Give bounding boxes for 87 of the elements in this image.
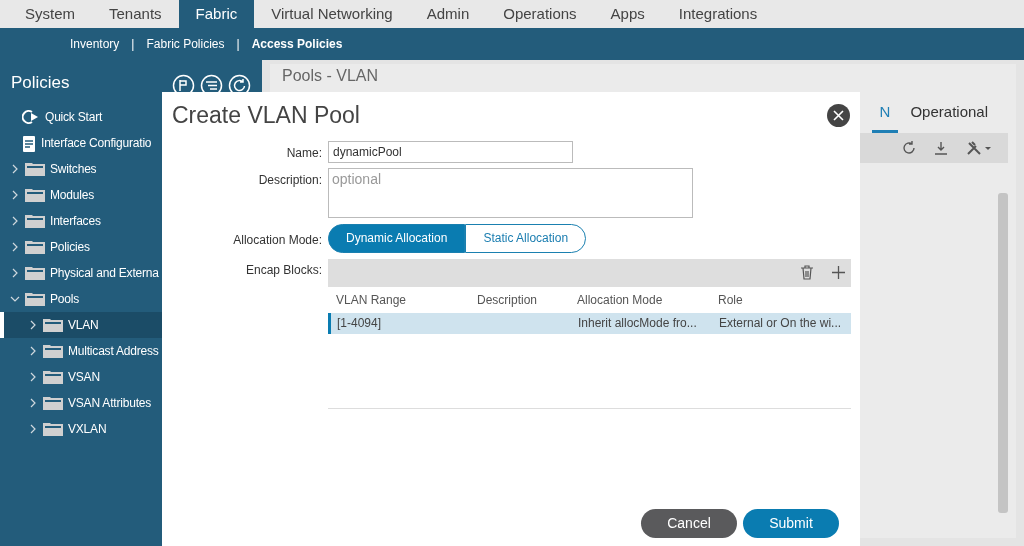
tree-item[interactable]: Pools <box>0 286 262 312</box>
segment-button[interactable]: Static Allocation <box>465 223 587 253</box>
chevron-right-icon[interactable] <box>10 268 20 278</box>
tools-icon[interactable] <box>966 139 992 156</box>
submit-button[interactable]: Submit <box>743 509 839 538</box>
separator: | <box>235 36 241 53</box>
table-cell-text: External or On the wi... <box>718 315 843 332</box>
top-nav-tab[interactable]: Operations <box>486 0 594 28</box>
column-header[interactable]: Role <box>710 290 851 309</box>
sub-nav-link[interactable]: Inventory <box>70 35 120 53</box>
folder-icon <box>43 318 63 332</box>
field-label: Encap Blocks: <box>244 261 322 279</box>
tree-item-label: Modules <box>50 187 94 204</box>
chevron-right-icon[interactable] <box>10 190 20 200</box>
folder-icon <box>25 292 45 306</box>
column-header[interactable]: Description <box>469 290 569 309</box>
field-label: Allocation Mode: <box>232 231 322 249</box>
tree-item-label: Quick Start <box>45 109 103 126</box>
top-nav-tab[interactable]: System <box>8 0 92 28</box>
column-header[interactable]: Allocation Mode <box>569 290 710 309</box>
chevron-right-icon[interactable] <box>28 346 38 356</box>
panel-tab[interactable]: Operational <box>902 101 996 133</box>
tree-item-label: Policies <box>50 239 90 256</box>
description-field[interactable]: optional <box>328 167 693 218</box>
tree-item[interactable]: Multicast Address <box>0 338 262 364</box>
plus-icon[interactable] <box>832 266 845 279</box>
sidebar-title: Policies <box>11 72 70 94</box>
tree-item-label: Interface Configuratio <box>41 135 152 152</box>
tree-item-label: Interfaces <box>50 213 101 230</box>
dialog-title: Create VLAN Pool <box>172 101 360 130</box>
name-field[interactable]: dynamicPool <box>328 140 573 163</box>
tree-item-label: Multicast Address <box>68 343 159 360</box>
tree-item-label: VXLAN <box>68 421 107 438</box>
top-nav-tab[interactable]: Admin <box>409 0 487 28</box>
tree-item-label: VSAN <box>68 369 100 386</box>
trash-icon[interactable] <box>800 265 814 280</box>
table-cell-text: Inherit allocMode fro... <box>577 315 698 332</box>
folder-icon <box>43 344 63 358</box>
tree-item-label: Pools <box>50 291 80 308</box>
folder-icon <box>25 214 45 228</box>
tree-item-label: VLAN <box>68 317 99 334</box>
folder-icon <box>43 370 63 384</box>
chevron-down-icon[interactable] <box>10 294 20 304</box>
tree-item[interactable]: VSAN <box>0 364 262 390</box>
tree-item[interactable]: VSAN Attributes <box>0 390 262 416</box>
tree-item[interactable]: Interfaces <box>0 208 262 234</box>
tree-item-label: VSAN Attributes <box>68 395 152 412</box>
field-label: Name: <box>285 144 322 162</box>
download-icon[interactable] <box>934 140 948 155</box>
chevron-right-icon[interactable] <box>28 424 38 434</box>
folder-icon <box>25 162 45 176</box>
cancel-button[interactable]: Cancel <box>641 509 737 538</box>
top-nav-tab[interactable]: Virtual Networking <box>254 0 410 28</box>
folder-icon <box>25 266 45 280</box>
table-row[interactable]: [1-4094] Inherit allocMode fro... External or On the wi... <box>328 312 851 334</box>
play-circle-icon <box>22 109 40 125</box>
folder-icon <box>43 396 63 410</box>
top-nav-tab[interactable]: Integrations <box>661 0 775 28</box>
table-cell-text: [1-4094] <box>336 315 383 332</box>
chevron-right-icon[interactable] <box>28 372 38 382</box>
panel-title: Pools - VLAN <box>282 66 380 85</box>
folder-icon <box>25 188 45 202</box>
segment-button[interactable]: Dynamic Allocation <box>328 223 466 253</box>
tree-item[interactable]: Interface Configuratio <box>0 130 262 156</box>
sub-nav-link[interactable]: Fabric Policies <box>146 35 225 53</box>
column-header[interactable]: VLAN Range <box>328 290 469 309</box>
folder-icon <box>43 422 63 436</box>
chevron-right-icon[interactable] <box>10 164 20 174</box>
close-icon <box>833 109 844 121</box>
chevron-right-icon[interactable] <box>28 320 38 330</box>
chevron-right-icon[interactable] <box>10 216 20 226</box>
document-icon <box>22 134 36 152</box>
selection-marker <box>0 312 4 338</box>
chevron-right-icon[interactable] <box>10 242 20 252</box>
refresh-icon[interactable] <box>902 140 916 155</box>
close-button[interactable] <box>827 103 850 127</box>
sub-nav-link[interactable]: Access Policies <box>251 35 343 53</box>
tree-item-label: Switches <box>50 161 97 178</box>
top-nav-tab[interactable]: Tenants <box>92 0 179 28</box>
chevron-right-icon[interactable] <box>28 398 38 408</box>
tree-item-label: Physical and Externa <box>50 265 159 282</box>
separator: | <box>130 36 136 53</box>
folder-icon <box>25 240 45 254</box>
top-nav-tab[interactable]: Fabric <box>178 0 255 28</box>
top-nav-tab[interactable]: Apps <box>593 0 662 28</box>
field-label: Description: <box>257 171 322 189</box>
tree-item[interactable]: VXLAN <box>0 416 262 442</box>
